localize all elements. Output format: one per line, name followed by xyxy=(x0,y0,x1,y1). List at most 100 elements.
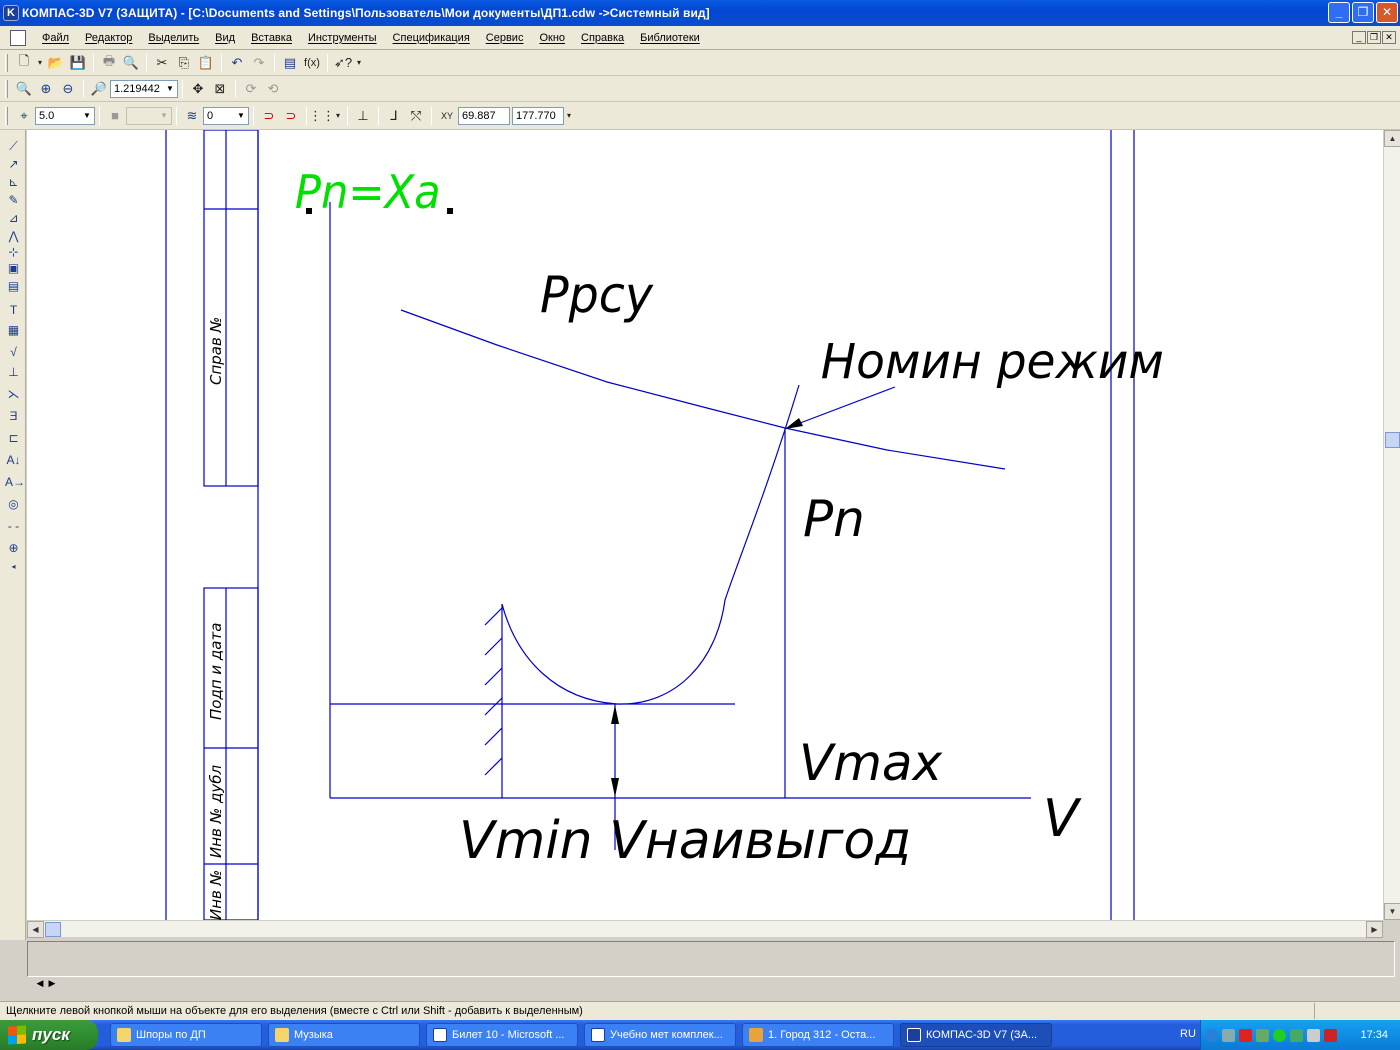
dimensions-icon[interactable]: ↗ xyxy=(5,156,22,173)
tab-prev-icon[interactable]: ◀ xyxy=(34,978,46,994)
base-icon[interactable]: ⊥ xyxy=(5,364,22,381)
scroll-right-icon[interactable]: ▶ xyxy=(1366,921,1383,938)
tray-phone-icon[interactable] xyxy=(1290,1028,1303,1042)
variables-fx-icon[interactable]: f(x) xyxy=(302,53,322,73)
start-button[interactable]: пуск xyxy=(0,1020,98,1050)
tray-antivirus-icon[interactable] xyxy=(1239,1028,1252,1042)
nominal-mode-label[interactable]: Номин режим xyxy=(821,335,1164,391)
v-axis-label[interactable]: V xyxy=(1043,789,1082,849)
paste-icon[interactable]: 📋 xyxy=(196,53,216,73)
grid-icon[interactable]: ⋮⋮ xyxy=(309,106,335,126)
close-button[interactable]: ✕ xyxy=(1376,2,1398,23)
menu-view[interactable]: Вид xyxy=(207,32,243,44)
tray-arrow-icon[interactable] xyxy=(1205,1028,1218,1042)
scroll-up-icon[interactable]: ▲ xyxy=(1384,130,1400,147)
zoom-scale-icon[interactable]: 🔎 xyxy=(89,79,109,99)
ppcy-label[interactable]: Ppcy xyxy=(540,267,654,324)
new-dropdown-icon[interactable]: ▾ xyxy=(36,53,44,73)
style-icon[interactable]: ■ xyxy=(105,106,125,126)
task-item[interactable]: Билет 10 - Microsoft ... xyxy=(426,1023,578,1047)
tray-shield-icon[interactable] xyxy=(1256,1028,1269,1042)
menu-specification[interactable]: Спецификация xyxy=(385,32,478,44)
doc-close-button[interactable]: ✕ xyxy=(1382,31,1396,44)
cut-line-icon[interactable]: A→ xyxy=(5,474,25,491)
selection-handle-right[interactable] xyxy=(447,208,453,214)
local-cs-icon[interactable]: ⊥ xyxy=(353,106,373,126)
task-item[interactable]: Учебно мет комплек... xyxy=(584,1023,736,1047)
task-item[interactable]: Шпоры по ДП xyxy=(110,1023,262,1047)
center-mark-icon[interactable]: ⊕ xyxy=(5,540,22,557)
tray-monitor-icon[interactable] xyxy=(1307,1028,1320,1042)
tab-next-icon[interactable]: ▶ xyxy=(46,978,58,994)
menu-select[interactable]: Выделить xyxy=(140,32,207,44)
help-dropdown-icon[interactable]: ▾ xyxy=(355,53,363,73)
tray-network-icon[interactable] xyxy=(1222,1028,1235,1042)
text-icon[interactable]: T xyxy=(5,302,22,319)
cursor-step-combo[interactable]: 5.0 ▼ xyxy=(35,106,95,125)
coord-dropdown-icon[interactable]: ▾ xyxy=(565,106,573,126)
doc-minimize-button[interactable]: _ xyxy=(1352,31,1366,44)
roughness-icon[interactable]: √ xyxy=(5,344,22,361)
scroll-down-icon[interactable]: ▼ xyxy=(1384,903,1400,920)
print-preview-icon[interactable]: 🔍 xyxy=(121,53,141,73)
designations-icon[interactable]: ⊾ xyxy=(5,174,22,191)
copy-icon[interactable]: ⎘ xyxy=(174,53,194,73)
vmax-label[interactable]: Vmax xyxy=(799,734,943,792)
zoom-out-icon[interactable]: ⊖ xyxy=(58,79,78,99)
pan-icon[interactable]: ✥ xyxy=(188,79,208,99)
manager-icon[interactable]: ▤ xyxy=(280,53,300,73)
vmin-vbest-label[interactable]: Vmin Vнаивыгод xyxy=(459,811,911,871)
horizontal-scrollbar[interactable]: ◀ ▶ xyxy=(27,920,1383,938)
redraw-icon[interactable]: ⟲ xyxy=(263,79,283,99)
table-icon[interactable]: ▦ xyxy=(5,322,22,339)
parametrization-icon[interactable]: ⊿ xyxy=(5,210,22,227)
snap-global-icon[interactable]: ⊃ xyxy=(281,106,301,126)
chevron-down-icon[interactable]: ▼ xyxy=(157,108,171,124)
tray-ati-icon[interactable] xyxy=(1324,1028,1337,1042)
menu-help[interactable]: Справка xyxy=(573,32,632,44)
axis-line-icon[interactable]: - - xyxy=(5,518,22,535)
help-pointer-icon[interactable]: ➶? xyxy=(333,53,353,73)
task-item[interactable]: 1. Город 312 - Оста... xyxy=(742,1023,894,1047)
doc-restore-button[interactable]: ❐ xyxy=(1367,31,1381,44)
show-all-icon[interactable]: ⊠ xyxy=(210,79,230,99)
minimize-button[interactable]: _ xyxy=(1328,2,1350,23)
cut-icon[interactable]: ✂ xyxy=(152,53,172,73)
section-line-icon[interactable]: ⊏ xyxy=(5,430,22,447)
menu-file[interactable]: Файл xyxy=(34,32,77,44)
document-icon[interactable] xyxy=(10,29,26,46)
coord-y-field[interactable]: 177.770 xyxy=(512,106,564,125)
layer-combo[interactable]: 0 ▼ xyxy=(203,106,249,125)
redo-icon[interactable]: ↷ xyxy=(249,53,269,73)
view-arrow-icon[interactable]: A↓ xyxy=(5,452,22,469)
menu-tools[interactable]: Инструменты xyxy=(300,32,385,44)
cursor-step-icon[interactable]: ⌖ xyxy=(14,106,34,126)
menu-libraries[interactable]: Библиотеки xyxy=(632,32,708,44)
zoom-scale-combo[interactable]: 1.219442 ▼ xyxy=(110,79,178,98)
menu-window[interactable]: Окно xyxy=(531,32,573,44)
vertical-scrollbar[interactable]: ▲ ▼ xyxy=(1383,130,1400,920)
new-document-icon[interactable]: 🗋 xyxy=(14,53,34,73)
tolerance-icon[interactable]: Ǝ xyxy=(5,408,22,425)
snap-magnet-icon[interactable]: ⊃ xyxy=(259,106,279,126)
menu-editor[interactable]: Редактор xyxy=(77,32,140,44)
geometry-icon[interactable]: ⟋ xyxy=(5,138,22,155)
zoom-window-icon[interactable]: 🔍 xyxy=(14,79,34,99)
language-indicator[interactable]: RU xyxy=(1180,1028,1196,1040)
select-icon[interactable]: ⊹ xyxy=(5,244,22,261)
style-combo[interactable]: ▼ xyxy=(126,106,172,125)
maximize-button[interactable]: ❐ xyxy=(1352,2,1374,23)
grid-dropdown-icon[interactable]: ▾ xyxy=(334,106,342,126)
vertical-scroll-thumb[interactable] xyxy=(1385,432,1400,448)
leader-icon[interactable]: ⋋ xyxy=(5,386,22,403)
ortho-mode-icon[interactable]: ⅃ xyxy=(384,106,404,126)
chevron-down-icon[interactable]: ▼ xyxy=(163,81,177,97)
chevron-down-icon[interactable]: ▼ xyxy=(80,108,94,124)
horizontal-scroll-thumb[interactable] xyxy=(45,922,61,937)
menu-insert[interactable]: Вставка xyxy=(243,32,300,44)
menu-service[interactable]: Сервис xyxy=(478,32,532,44)
chevron-down-icon[interactable]: ▼ xyxy=(234,108,248,124)
round-mode-icon[interactable]: ⤲ xyxy=(406,106,426,126)
edit-icon[interactable]: ✎ xyxy=(5,192,22,209)
undo-icon[interactable]: ↶ xyxy=(227,53,247,73)
